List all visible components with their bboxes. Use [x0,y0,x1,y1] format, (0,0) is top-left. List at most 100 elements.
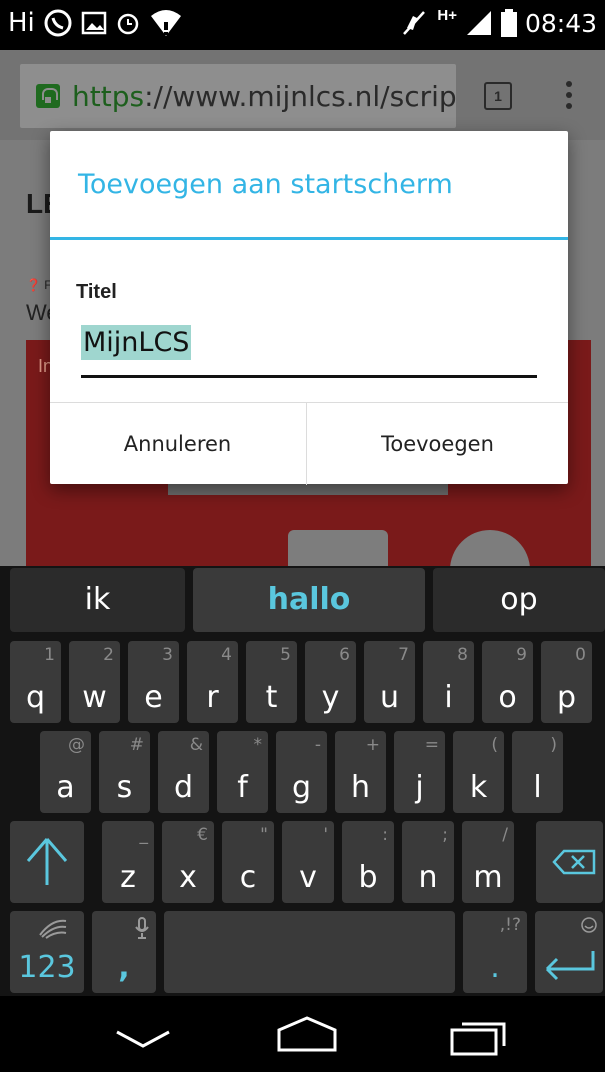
key-label: i [444,680,453,715]
key-m[interactable]: / m [462,821,514,903]
key-g[interactable]: -g [276,731,327,813]
symbols-key[interactable]: 123 [10,911,84,993]
banner-circle [450,530,530,566]
backspace-key[interactable] [536,821,603,903]
key-label: n [418,860,438,895]
signal-icon [466,11,491,35]
key-label: v [299,860,317,895]
key-s[interactable]: # s [99,731,150,813]
add-button[interactable]: Toevoegen [306,403,568,485]
title-input-value[interactable]: MijnLCS [81,325,192,360]
key-w[interactable]: 2w [69,641,120,723]
key-r[interactable]: 4r [187,641,238,723]
space-key[interactable] [164,911,455,993]
key-secondary-label: # [129,735,144,755]
symbols-key-label: 123 [18,950,76,985]
key-c[interactable]: " c [222,821,274,903]
overflow-menu-icon[interactable] [565,81,573,111]
status-left: Hi [8,8,183,38]
period-key[interactable]: ,!? . [463,911,527,993]
smiley-icon [581,917,597,933]
page-snippet-small: ❓ F [26,278,52,292]
key-secondary-label: " [260,825,268,845]
key-secondary-label: 5 [280,645,291,665]
key-o[interactable]: 9o [482,641,533,723]
key-label: j [415,770,424,805]
image-icon [81,11,107,35]
key-secondary-label: ( [491,735,498,755]
key-j[interactable]: = j [394,731,445,813]
key-secondary-label: 4 [221,645,232,665]
key-label: y [321,680,340,715]
key-secondary-label: 3 [162,645,173,665]
backspace-icon [552,849,596,875]
key-secondary-label: ) [550,735,557,755]
key-label: a [56,770,75,805]
key-label: z [120,860,136,895]
soft-keyboard: ik hallo op 123 , ,!? . 1q2w3e4r5t6y7u8i… [0,566,605,996]
key-e[interactable]: 3e [128,641,179,723]
swiftkey-logo-icon [39,919,67,939]
key-h[interactable]: + h [335,731,386,813]
title-field-label: Titel [76,281,117,303]
key-label: m [473,860,503,895]
comma-key-label: , [118,950,130,985]
key-secondary-label: _ [139,825,149,845]
title-input[interactable]: MijnLCS [81,321,537,379]
key-t[interactable]: 5t [246,641,297,723]
key-label: s [116,770,133,805]
wifi-icon [150,10,181,36]
url-bar[interactable]: https://www.mijnlcs.nl/scrip [20,64,456,128]
network-type: H+ [437,6,457,24]
banner-shape [288,530,388,566]
key-b[interactable]: :b [342,821,394,903]
key-secondary-label: & [189,735,203,755]
key-v[interactable]: ' v [282,821,334,903]
key-q[interactable]: 1q [10,641,61,723]
key-z[interactable]: _ z [102,821,154,903]
enter-key[interactable] [535,911,603,993]
screen: Hi H+ 08:43 https://www.mijnlcs.nl/scrip… [0,0,605,1072]
key-k[interactable]: (k [453,731,504,813]
key-secondary-label: 7 [398,645,409,665]
key-n[interactable]: ; n [402,821,454,903]
key-label: t [265,680,278,715]
cancel-button[interactable]: Annuleren [50,403,305,485]
key-label: g [291,770,312,805]
add-to-homescreen-dialog: Toevoegen aan startscherm Titel MijnLCS … [50,131,568,485]
key-label: d [173,770,194,805]
key-label: r [206,680,219,715]
key-label: u [379,680,399,715]
key-secondary-label: ; [442,825,448,845]
key-label: b [358,860,378,895]
browser-toolbar: https://www.mijnlcs.nl/scrip 1 [0,50,605,140]
home-icon[interactable] [275,1014,339,1054]
lock-icon [36,84,60,108]
suggestion-left[interactable]: ik [10,568,185,632]
key-label: p [556,680,577,715]
key-a[interactable]: @ a [40,731,91,813]
recent-apps-icon[interactable] [448,1018,508,1058]
key-label: q [25,680,46,715]
key-p[interactable]: 0p [541,641,592,723]
key-secondary-label: 9 [516,645,527,665]
dialog-title-divider [50,237,568,240]
key-secondary-label: 1 [44,645,55,665]
shift-key[interactable] [10,821,84,903]
url-text: https://www.mijnlcs.nl/scrip [72,80,456,113]
key-f[interactable]: * f [217,731,268,813]
key-x[interactable]: € x [162,821,214,903]
key-secondary-label: / [502,825,508,845]
key-i[interactable]: 8i [423,641,474,723]
key-label: f [237,770,248,805]
back-chevron-icon[interactable] [113,1024,173,1054]
key-secondary-label: * [253,735,263,755]
tab-switcher-button[interactable]: 1 [484,82,512,110]
key-d[interactable]: & d [158,731,209,813]
key-y[interactable]: 6y [305,641,356,723]
suggestion-right[interactable]: op [433,568,605,632]
comma-key[interactable]: , [92,911,156,993]
key-l[interactable]: ) l [512,731,563,813]
key-u[interactable]: 7u [364,641,415,723]
suggestion-middle[interactable]: hallo [193,568,425,632]
